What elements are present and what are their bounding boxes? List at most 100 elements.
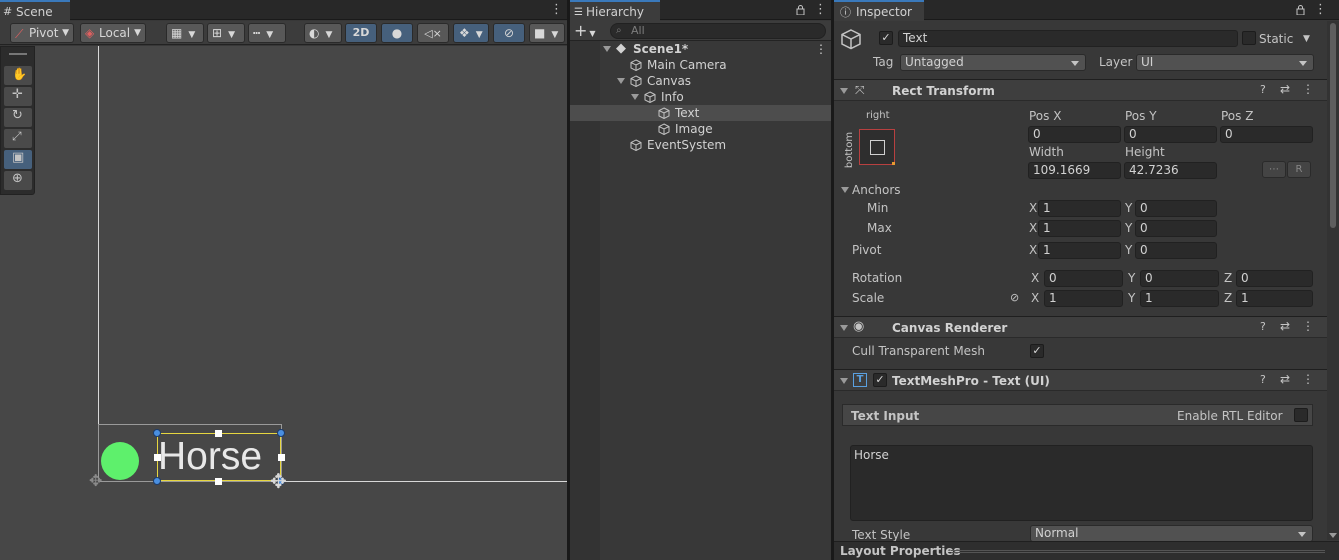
image-green-circle[interactable] xyxy=(101,442,139,480)
tag-dropdown[interactable]: Untagged xyxy=(900,54,1086,71)
camera-dropdown[interactable]: ■ ▼ xyxy=(529,23,565,43)
hierarchy-item-main-camera[interactable]: Main Camera xyxy=(570,57,831,73)
canvas-left-edge xyxy=(98,46,99,481)
text-style-dropdown[interactable]: Normal xyxy=(1030,525,1313,542)
lighting-toggle[interactable]: ● xyxy=(381,23,413,43)
snap-increment-button[interactable]: ⊞ ▼ xyxy=(207,23,245,43)
handle-bottom-left[interactable] xyxy=(153,477,161,485)
more-menu-icon[interactable]: ⋮ xyxy=(1314,2,1327,17)
effects-dropdown[interactable]: ❖ ▼ xyxy=(453,23,489,43)
scene-viewport[interactable]: Horse ✥ ✥ ✋ ✛ ↻ ⤢ ▣ ⊕ xyxy=(0,46,567,560)
tab-hierarchy[interactable]: ☰ Hierarchy xyxy=(570,0,660,21)
hierarchy-search-input[interactable]: ⌕ All xyxy=(610,23,826,39)
rect-transform-header[interactable]: ⤧ Rect Transform ? ⇄ ⋮ xyxy=(834,79,1339,101)
scroll-down-arrow-icon[interactable] xyxy=(1329,533,1337,538)
help-icon[interactable]: ? xyxy=(1260,83,1266,96)
object-name-field[interactable]: Text xyxy=(898,30,1238,47)
cull-transparent-mesh-checkbox[interactable]: ✓ xyxy=(1030,344,1044,358)
hand-tool[interactable]: ✋ xyxy=(4,66,32,85)
scale-z-field[interactable]: 1 xyxy=(1236,290,1313,307)
rotation-z-field[interactable]: 0 xyxy=(1236,270,1313,287)
hierarchy-item-eventsystem[interactable]: EventSystem xyxy=(570,137,831,153)
rect-transform-title: Rect Transform xyxy=(892,84,995,98)
rotate-tool[interactable]: ↻ xyxy=(4,108,32,127)
more-menu-icon[interactable]: ⋮ xyxy=(814,2,827,17)
scale-x-field[interactable]: 1 xyxy=(1044,290,1123,307)
static-checkbox[interactable] xyxy=(1242,31,1256,45)
hierarchy-item-image[interactable]: Image xyxy=(570,121,831,137)
handle-left-mid[interactable] xyxy=(154,454,161,461)
hierarchy-item-text[interactable]: Text xyxy=(570,105,831,121)
anchors-label[interactable]: Anchors xyxy=(852,182,901,198)
pivot-x-field[interactable]: 1 xyxy=(1038,242,1121,259)
height-field[interactable]: 42.7236 xyxy=(1124,162,1217,179)
textmeshpro-header[interactable]: T ✓ TextMeshPro - Text (UI) ? ⇄ ⋮ xyxy=(834,369,1339,391)
tab-inspector[interactable]: ⓘ Inspector xyxy=(834,0,924,21)
shading-mode-button[interactable]: ◐ ▼ xyxy=(304,23,342,43)
lock-icon[interactable] xyxy=(1296,5,1305,15)
active-checkbox[interactable]: ✓ xyxy=(879,31,893,45)
pos-x-field[interactable]: 0 xyxy=(1028,126,1121,143)
more-menu-icon[interactable]: ⋮ xyxy=(1302,82,1314,96)
min-y-field[interactable]: 0 xyxy=(1135,200,1217,217)
pos-y-field[interactable]: 0 xyxy=(1124,126,1217,143)
enable-rtl-editor-checkbox[interactable] xyxy=(1294,408,1308,422)
more-menu-icon[interactable]: ⋮ xyxy=(1302,319,1314,333)
more-menu-icon[interactable]: ⋮ xyxy=(1302,372,1314,386)
link-scale-icon[interactable]: ⊘ xyxy=(1010,290,1019,306)
handle-right-mid[interactable] xyxy=(278,454,285,461)
chevron-down-icon[interactable]: ▼ xyxy=(1303,31,1310,47)
pivot-y-field[interactable]: 0 xyxy=(1135,242,1217,259)
rotation-y-field[interactable]: 0 xyxy=(1140,270,1219,287)
max-y-field[interactable]: 0 xyxy=(1135,220,1217,237)
tab-scene[interactable]: # Scene xyxy=(0,0,70,21)
tmp-enabled-checkbox[interactable]: ✓ xyxy=(873,373,887,387)
canvas-renderer-header[interactable]: ◉ Canvas Renderer ? ⇄ ⋮ xyxy=(834,316,1339,338)
scale-y-field[interactable]: 1 xyxy=(1140,290,1219,307)
blueprint-mode-button[interactable]: ⋯ xyxy=(1262,161,1286,178)
anchor-star-icon[interactable]: ✥ xyxy=(270,469,287,493)
add-button[interactable]: + ▼ xyxy=(574,21,596,40)
scrollbar-thumb[interactable] xyxy=(1330,23,1336,228)
fold-open-icon[interactable] xyxy=(841,187,849,193)
presets-icon[interactable]: ⇄ xyxy=(1280,82,1290,96)
raw-edit-button[interactable]: R xyxy=(1287,161,1311,178)
grid-snap-button[interactable]: ▦ ▼ xyxy=(166,23,204,43)
more-menu-icon[interactable]: ⋮ xyxy=(550,2,563,17)
audio-toggle[interactable]: ◁× xyxy=(417,23,449,43)
scale-tool[interactable]: ⤢ xyxy=(4,129,32,148)
local-dropdown[interactable]: ◈ Local ▼ xyxy=(80,23,146,43)
width-field[interactable]: 109.1669 xyxy=(1028,162,1121,179)
pos-z-field[interactable]: 0 xyxy=(1220,126,1313,143)
handle-bottom-mid[interactable] xyxy=(215,478,222,485)
move-tool[interactable]: ✛ xyxy=(4,87,32,106)
min-x-field[interactable]: 1 xyxy=(1038,200,1121,217)
max-x-field[interactable]: 1 xyxy=(1038,220,1121,237)
pivot-dropdown[interactable]: ⟋ Pivot ▼ xyxy=(10,23,74,43)
text-input-area[interactable]: Horse xyxy=(850,445,1313,521)
mode-2d-button[interactable]: 2D xyxy=(345,23,377,43)
handle-top-mid[interactable] xyxy=(215,430,222,437)
more-menu-icon[interactable]: ⋮ xyxy=(815,41,827,57)
inspector-scrollbar[interactable] xyxy=(1327,21,1339,540)
transform-tool[interactable]: ⊕ xyxy=(4,171,32,190)
help-icon[interactable]: ? xyxy=(1260,373,1266,386)
chevron-down-icon: ▼ xyxy=(325,30,333,40)
ruler-button[interactable]: ┅ ▼ xyxy=(248,23,286,43)
hierarchy-item-info[interactable]: Info xyxy=(570,89,831,105)
eye-icon: ◉ xyxy=(853,319,865,334)
hierarchy-item-scene1[interactable]: ◆ Scene1* ⋮ xyxy=(570,41,831,57)
presets-icon[interactable]: ⇄ xyxy=(1280,372,1290,386)
lock-icon[interactable] xyxy=(796,5,805,15)
handle-top-right[interactable] xyxy=(277,429,285,437)
layout-properties-bar[interactable]: Layout Properties xyxy=(834,541,1339,560)
rotation-x-field[interactable]: 0 xyxy=(1044,270,1123,287)
help-icon[interactable]: ? xyxy=(1260,320,1266,333)
rect-tool[interactable]: ▣ xyxy=(4,150,32,169)
layer-dropdown[interactable]: UI xyxy=(1136,54,1314,71)
anchor-presets-button[interactable] xyxy=(859,129,895,165)
visibility-toggle[interactable]: ⊘ xyxy=(493,23,525,43)
handle-top-left[interactable] xyxy=(153,429,161,437)
hierarchy-item-canvas[interactable]: Canvas xyxy=(570,73,831,89)
presets-icon[interactable]: ⇄ xyxy=(1280,319,1290,333)
